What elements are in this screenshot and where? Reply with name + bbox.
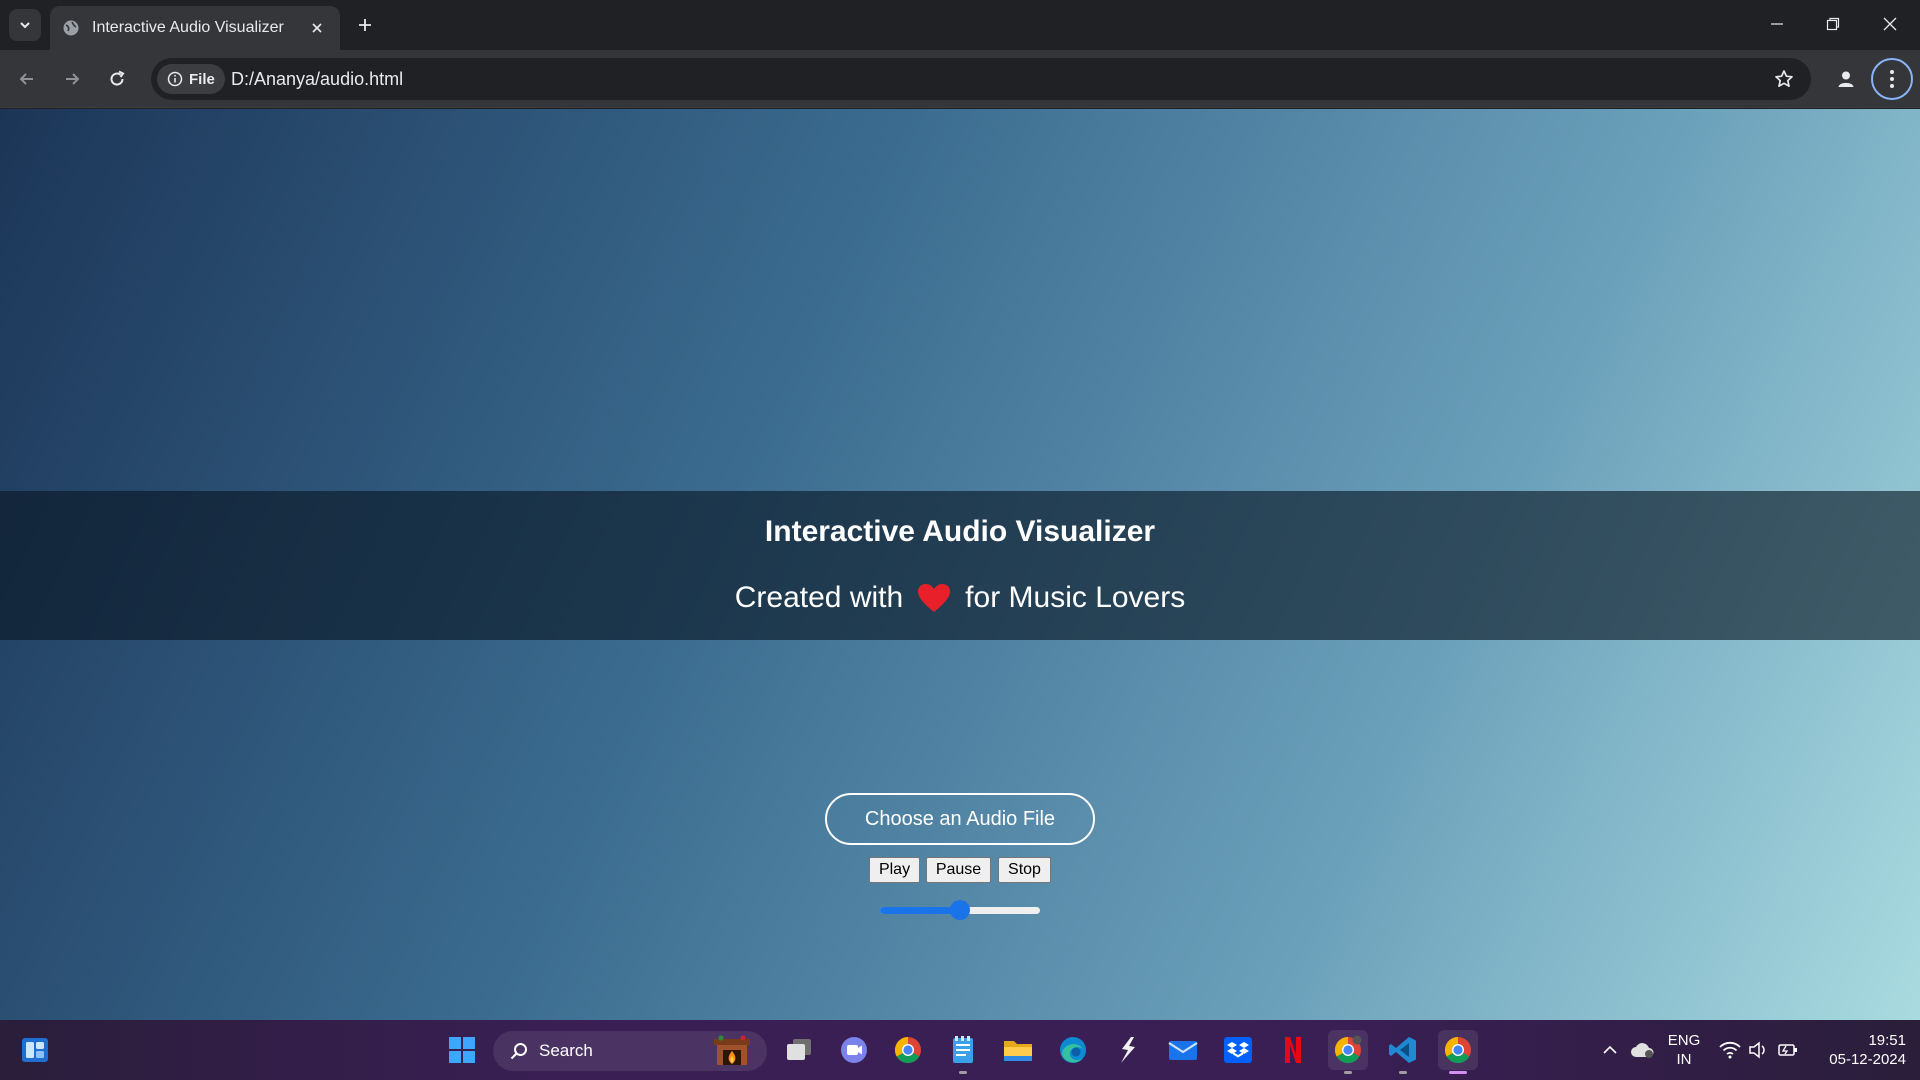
page-viewport: Interactive Audio Visualizer Created wit… (0, 109, 1920, 1020)
tagline-prefix: Created with (734, 581, 904, 614)
browser-toolbar: File D:/Ananya/audio.html (0, 50, 1920, 108)
taskbar-search-box[interactable]: Search (493, 1031, 767, 1071)
taskbar: Search ENG IN 19:51 05-12-2024 (0, 1020, 1920, 1080)
kebab-menu-icon (1890, 70, 1894, 88)
language-indicator[interactable]: ENG IN (1664, 1020, 1704, 1080)
close-tab-icon[interactable] (306, 17, 328, 39)
browser-tabstrip: Interactive Audio Visualizer (0, 0, 1920, 50)
region-code: IN (1676, 1051, 1692, 1068)
meet-icon[interactable] (834, 1030, 874, 1070)
info-icon (167, 71, 183, 87)
netflix-icon[interactable] (1273, 1030, 1313, 1070)
notepad-icon[interactable] (943, 1030, 983, 1074)
play-button[interactable]: Play (869, 857, 920, 883)
tagline: Created with for Music Lovers (0, 581, 1920, 615)
start-icon[interactable] (442, 1030, 482, 1070)
slider-fill (880, 907, 960, 914)
chrome-profile-icon[interactable] (1328, 1030, 1368, 1074)
arrow-left-icon (19, 73, 33, 85)
reload-icon (110, 70, 125, 86)
onedrive-cloud-icon[interactable] (1628, 1020, 1656, 1080)
mail-icon[interactable] (1163, 1030, 1203, 1070)
arrow-right-icon (66, 73, 80, 85)
tab-search-button[interactable] (9, 9, 41, 41)
edge-icon[interactable] (1053, 1030, 1093, 1070)
volume-slider[interactable] (880, 899, 1040, 921)
fireplace-icon (711, 1035, 753, 1072)
tray-overflow-chevron-icon[interactable] (1598, 1020, 1622, 1080)
search-icon (510, 1043, 527, 1060)
close-icon (1883, 17, 1897, 31)
back-button[interactable] (9, 61, 45, 97)
browser-tab[interactable]: Interactive Audio Visualizer (50, 6, 340, 50)
slider-thumb[interactable] (950, 900, 970, 920)
battery-icon[interactable] (1776, 1020, 1800, 1080)
wifi-icon[interactable] (1718, 1020, 1742, 1080)
globe-icon (62, 19, 80, 37)
choose-audio-file-button[interactable]: Choose an Audio File (825, 793, 1095, 845)
bolt-app-icon[interactable] (1108, 1030, 1148, 1070)
running-indicator (1399, 1071, 1407, 1074)
browser-menu-button[interactable] (1871, 58, 1913, 100)
file-explorer-icon[interactable] (998, 1030, 1038, 1070)
restore-icon (1826, 17, 1840, 31)
header-banner: Interactive Audio Visualizer Created wit… (0, 491, 1920, 640)
clock-time: 19:51 (1868, 1032, 1906, 1049)
tagline-suffix: for Music Lovers (965, 581, 1186, 614)
active-indicator (1449, 1071, 1467, 1074)
heart-icon (917, 583, 951, 613)
site-info-label: File (189, 70, 215, 88)
clock[interactable]: 19:51 05-12-2024 (1812, 1020, 1906, 1080)
task-view-icon[interactable] (779, 1030, 819, 1070)
running-indicator (1344, 1071, 1352, 1074)
address-bar[interactable]: File D:/Ananya/audio.html (151, 58, 1811, 100)
language-code: ENG (1667, 1032, 1701, 1049)
clock-date: 05-12-2024 (1829, 1051, 1906, 1068)
site-info-chip[interactable]: File (157, 64, 225, 94)
widgets-icon[interactable] (15, 1030, 55, 1070)
chrome-icon[interactable] (888, 1030, 928, 1070)
new-tab-button[interactable] (352, 12, 378, 38)
bookmark-star-icon[interactable] (1771, 66, 1797, 92)
vscode-icon[interactable] (1383, 1030, 1423, 1074)
tab-title: Interactive Audio Visualizer (92, 19, 284, 36)
page-title: Interactive Audio Visualizer (764, 515, 1156, 548)
running-indicator (959, 1071, 967, 1074)
minimize-button[interactable] (1749, 0, 1805, 48)
dropbox-icon[interactable] (1218, 1030, 1258, 1070)
stop-button[interactable]: Stop (998, 857, 1051, 883)
pause-button[interactable]: Pause (926, 857, 991, 883)
profile-button[interactable] (1828, 61, 1864, 97)
close-window-button[interactable] (1862, 0, 1918, 48)
chevron-down-icon (20, 22, 30, 29)
taskbar-search-label: Search (539, 1041, 593, 1060)
reload-button[interactable] (99, 61, 135, 97)
chrome-active-icon[interactable] (1438, 1030, 1478, 1074)
minimize-icon (1771, 23, 1783, 25)
forward-button[interactable] (54, 61, 90, 97)
volume-icon[interactable] (1746, 1020, 1770, 1080)
restore-button[interactable] (1805, 0, 1861, 48)
plus-icon (359, 19, 371, 31)
url-text[interactable]: D:/Ananya/audio.html (231, 69, 403, 90)
person-icon (1838, 71, 1854, 87)
